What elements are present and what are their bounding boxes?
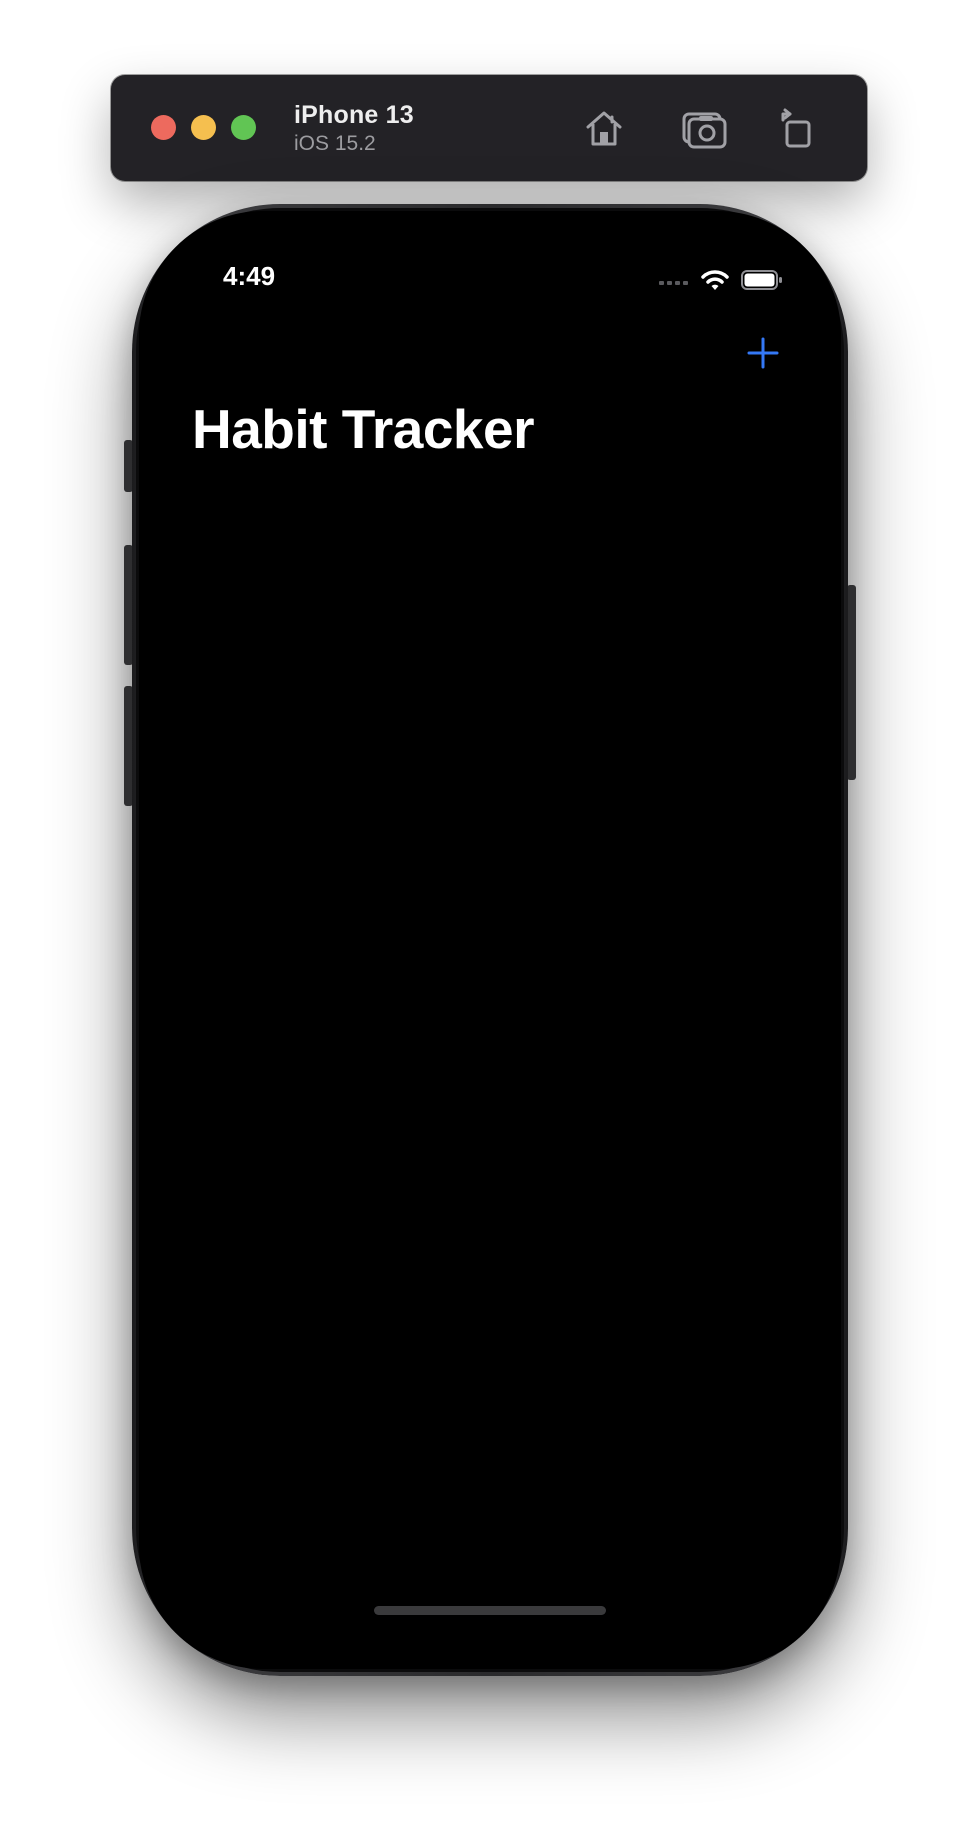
rotate-icon	[781, 108, 811, 148]
wifi-icon	[701, 270, 729, 290]
simulator-window: iPhone 13 iOS 15.2 4:49 Habit Tracker	[0, 0, 978, 1826]
add-habit-button[interactable]	[741, 331, 785, 375]
close-window-button[interactable]	[151, 115, 176, 140]
rotate-button[interactable]	[770, 103, 820, 153]
screenshot-icon	[682, 112, 727, 149]
plus-icon	[747, 337, 779, 369]
os-version: iOS 15.2	[294, 132, 376, 155]
simulator-toolbar: iPhone 13 iOS 15.2	[111, 75, 867, 181]
status-time: 4:49	[223, 261, 276, 291]
phone-screen: 4:49 Habit Tracker	[139, 211, 841, 1669]
home-icon	[586, 111, 622, 146]
device-name: iPhone 13	[294, 101, 414, 129]
cellular-signal-icon	[659, 281, 688, 285]
screenshot-button[interactable]	[679, 103, 729, 153]
home-indicator[interactable]	[374, 1606, 606, 1615]
power-button	[847, 585, 856, 780]
home-button[interactable]	[579, 103, 629, 153]
page-title: Habit Tracker	[192, 398, 535, 460]
status-icons	[659, 269, 783, 291]
zoom-window-button[interactable]	[231, 115, 256, 140]
battery-icon	[741, 270, 782, 290]
minimize-window-button[interactable]	[191, 115, 216, 140]
